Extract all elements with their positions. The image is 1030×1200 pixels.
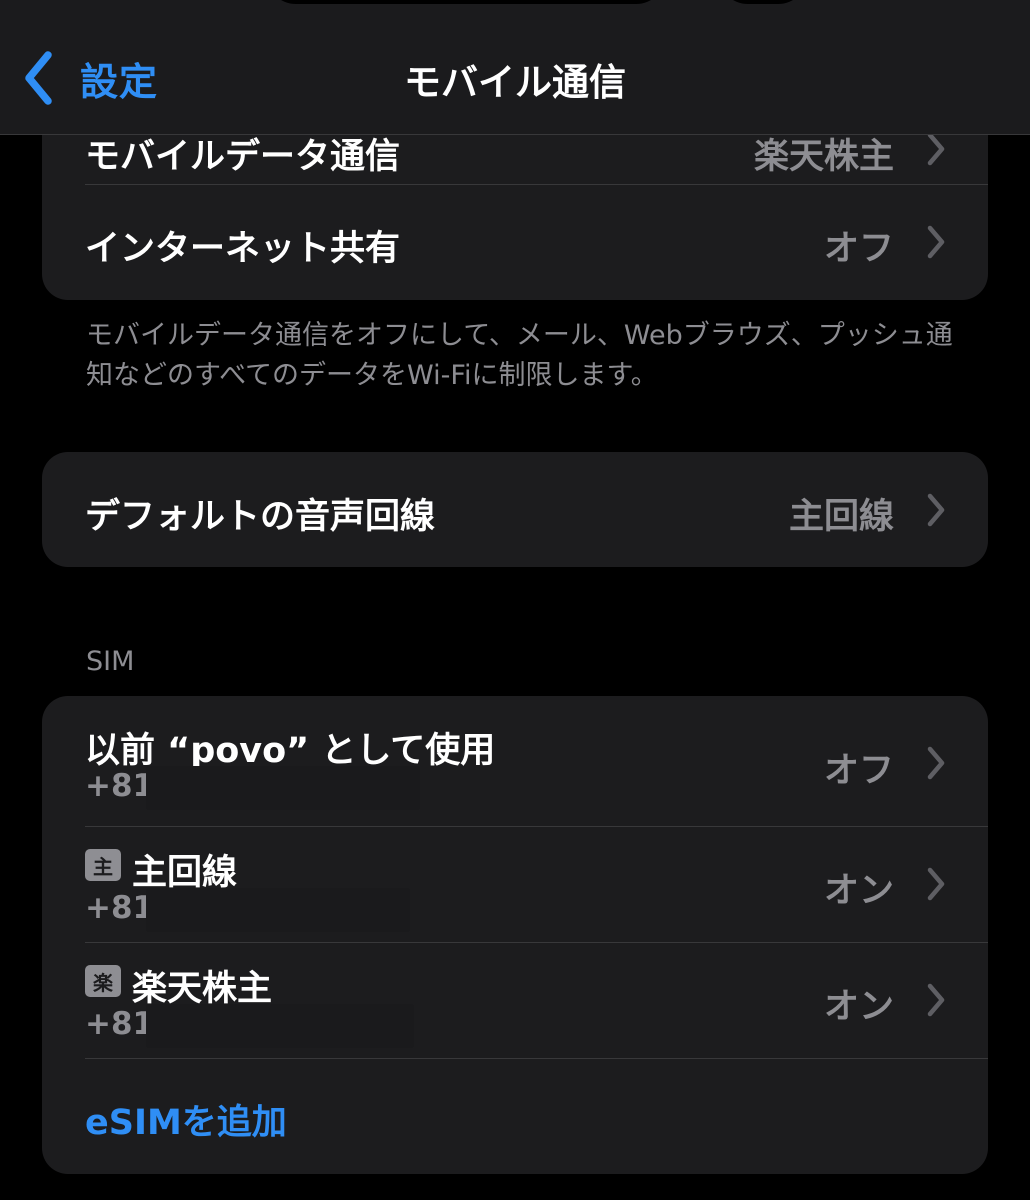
sim-group: 以前 “povo” として使用 +81 オフ 主 主回線 +81 オン 楽 楽天… xyxy=(42,696,988,1174)
chevron-right-icon xyxy=(927,983,945,1017)
chevron-right-icon xyxy=(927,132,945,166)
sim-item-number: +81 xyxy=(85,890,155,926)
sim-item-status: オン xyxy=(823,987,894,1027)
redacted-number xyxy=(146,888,410,932)
navigation-bar: 設定 モバイル通信 xyxy=(0,0,1030,135)
sim-item-rakuten[interactable]: 楽 楽天株主 +81 オン xyxy=(42,943,988,1058)
redacted-number xyxy=(146,1004,414,1048)
sim-item-status: オフ xyxy=(823,751,894,791)
sim-item-status: オン xyxy=(823,871,894,911)
default-voice-line-label: デフォルトの音声回線 xyxy=(85,497,436,537)
chevron-right-icon xyxy=(927,225,945,259)
dynamic-island xyxy=(266,0,666,4)
mobile-settings-screen: モバイルデータ通信 楽天株主 インターネット共有 オフ モバイルデータ通信をオフ… xyxy=(0,0,1030,1200)
cellular-data-footer-note: モバイルデータ通信をオフにして、メール、Webブラウズ、プッシュ通知などのすべて… xyxy=(86,320,953,391)
sim-item-primary[interactable]: 主 主回線 +81 オン xyxy=(42,827,988,942)
camera-notch xyxy=(718,0,808,4)
redacted-number xyxy=(146,766,420,810)
add-esim-button[interactable]: eSIMを追加 xyxy=(85,1094,287,1145)
sim-item-number: +81 xyxy=(85,1006,155,1042)
personal-hotspot-value: オフ xyxy=(823,229,894,269)
chevron-right-icon xyxy=(927,493,945,527)
sim-badge-icon: 主 xyxy=(85,849,121,881)
add-esim-row[interactable]: eSIMを追加 xyxy=(42,1059,988,1174)
sim-badge-icon: 楽 xyxy=(85,965,121,997)
chevron-right-icon xyxy=(927,867,945,901)
personal-hotspot-row[interactable]: インターネット共有 オフ xyxy=(42,185,988,300)
sim-item-povo[interactable]: 以前 “povo” として使用 +81 オフ xyxy=(42,696,988,826)
cellular-data-value: 楽天株主 xyxy=(753,137,894,177)
chevron-right-icon xyxy=(927,746,945,780)
default-voice-line-value: 主回線 xyxy=(788,497,894,537)
personal-hotspot-label: インターネット共有 xyxy=(85,229,401,269)
cellular-data-label: モバイルデータ通信 xyxy=(85,137,401,177)
sim-item-number: +81 xyxy=(85,768,155,804)
default-voice-line-row[interactable]: デフォルトの音声回線 主回線 xyxy=(42,452,988,567)
default-voice-group: デフォルトの音声回線 主回線 xyxy=(42,452,988,567)
page-title: モバイル通信 xyxy=(404,61,626,104)
sim-section-header: SIM xyxy=(86,646,135,677)
